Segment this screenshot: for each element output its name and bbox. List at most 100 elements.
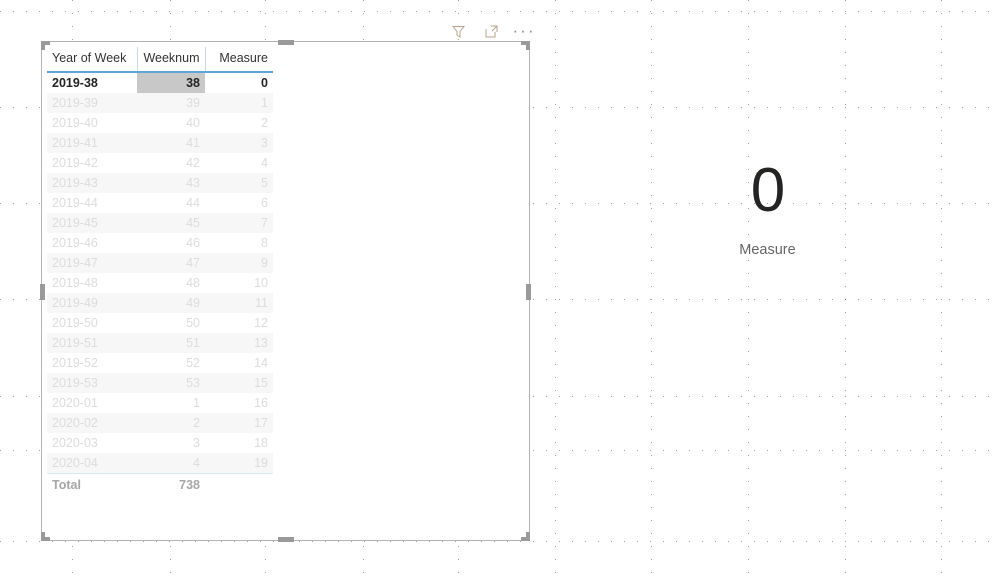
cell-measure[interactable]: 7 [205, 213, 273, 233]
cell-weeknum[interactable]: 39 [137, 93, 205, 113]
cell-year-of-week[interactable]: 2019-48 [47, 273, 137, 293]
resize-handle-top[interactable] [278, 40, 294, 45]
focus-mode-icon[interactable] [481, 21, 501, 41]
cell-weeknum[interactable]: 41 [137, 133, 205, 153]
cell-measure[interactable]: 17 [205, 413, 273, 433]
cell-measure[interactable]: 1 [205, 93, 273, 113]
cell-year-of-week[interactable]: 2020-04 [47, 453, 137, 474]
cell-weeknum[interactable]: 43 [137, 173, 205, 193]
resize-handle-bottom-left[interactable] [41, 532, 50, 541]
data-table[interactable]: Year of Week Weeknum Measure 2019-38 38 0 2… [47, 47, 273, 495]
table-row[interactable]: 2019-51 51 13 [47, 333, 273, 353]
cell-year-of-week[interactable]: 2019-50 [47, 313, 137, 333]
table-row[interactable]: 2019-42 42 4 [47, 153, 273, 173]
cell-weeknum[interactable]: 44 [137, 193, 205, 213]
cell-measure[interactable]: 11 [205, 293, 273, 313]
table-row[interactable]: 2020-01 1 16 [47, 393, 273, 413]
cell-year-of-week[interactable]: 2019-44 [47, 193, 137, 213]
cell-year-of-week[interactable]: 2019-38 [47, 72, 137, 93]
cell-measure[interactable]: 12 [205, 313, 273, 333]
cell-year-of-week[interactable]: 2019-41 [47, 133, 137, 153]
table-row[interactable]: 2020-02 2 17 [47, 413, 273, 433]
cell-weeknum[interactable]: 3 [137, 433, 205, 453]
cell-weeknum[interactable]: 1 [137, 393, 205, 413]
cell-year-of-week[interactable]: 2019-43 [47, 173, 137, 193]
column-header-year-of-week[interactable]: Year of Week [47, 47, 137, 73]
table-row[interactable]: 2019-45 45 7 [47, 213, 273, 233]
cell-measure[interactable]: 0 [205, 72, 273, 93]
cell-measure[interactable]: 13 [205, 333, 273, 353]
resize-handle-top-right[interactable] [521, 41, 530, 50]
cell-year-of-week[interactable]: 2019-39 [47, 93, 137, 113]
table-row[interactable]: 2019-50 50 12 [47, 313, 273, 333]
cell-weeknum[interactable]: 45 [137, 213, 205, 233]
cell-year-of-week[interactable]: 2019-46 [47, 233, 137, 253]
cell-year-of-week[interactable]: 2019-47 [47, 253, 137, 273]
table-row[interactable]: 2019-40 40 2 [47, 113, 273, 133]
cell-measure[interactable]: 15 [205, 373, 273, 393]
resize-handle-bottom[interactable] [278, 537, 294, 542]
table-row[interactable]: 2019-41 41 3 [47, 133, 273, 153]
table-row[interactable]: 2019-52 52 14 [47, 353, 273, 373]
cell-weeknum[interactable]: 40 [137, 113, 205, 133]
card-visual[interactable]: 0 Measure [663, 160, 872, 280]
table-row[interactable]: 2019-49 49 11 [47, 293, 273, 313]
cell-weeknum[interactable]: 4 [137, 453, 205, 474]
cell-measure[interactable]: 9 [205, 253, 273, 273]
cell-weeknum[interactable]: 52 [137, 353, 205, 373]
table-body[interactable]: 2019-38 38 0 2019-39 39 1 2019-40 40 2 2019-41 41 3… [47, 72, 273, 474]
cell-weeknum[interactable]: 42 [137, 153, 205, 173]
cell-measure[interactable]: 4 [205, 153, 273, 173]
table-row[interactable]: 2020-04 4 19 [47, 453, 273, 474]
cell-measure[interactable]: 19 [205, 453, 273, 474]
resize-handle-right[interactable] [526, 284, 531, 300]
column-header-weeknum[interactable]: Weeknum [136, 47, 205, 73]
table-row[interactable]: 2019-38 38 0 [47, 72, 273, 93]
cell-weeknum[interactable]: 51 [137, 333, 205, 353]
table-row[interactable]: 2019-39 39 1 [47, 93, 273, 113]
resize-handle-left[interactable] [40, 284, 45, 300]
cell-measure[interactable]: 2 [205, 113, 273, 133]
cell-measure[interactable]: 10 [205, 273, 273, 293]
cell-weeknum[interactable]: 46 [137, 233, 205, 253]
cell-year-of-week[interactable]: 2019-53 [47, 373, 137, 393]
cell-year-of-week[interactable]: 2019-40 [47, 113, 137, 133]
cell-year-of-week[interactable]: 2019-52 [47, 353, 137, 373]
filter-icon[interactable] [448, 21, 468, 41]
cell-weeknum[interactable]: 48 [137, 273, 205, 293]
table-row[interactable]: 2019-53 53 15 [47, 373, 273, 393]
cell-year-of-week[interactable]: 2020-01 [47, 393, 137, 413]
resize-handle-bottom-right[interactable] [521, 532, 530, 541]
visual-toolbar[interactable]: ··· [448, 21, 534, 41]
cell-year-of-week[interactable]: 2019-45 [47, 213, 137, 233]
table-row[interactable]: 2020-03 3 18 [47, 433, 273, 453]
cell-measure[interactable]: 14 [205, 353, 273, 373]
cell-weeknum[interactable]: 38 [137, 72, 205, 93]
table-visual[interactable]: Year of Week Weeknum Measure 2019-38 38 0 2… [40, 40, 531, 542]
cell-weeknum[interactable]: 2 [137, 413, 205, 433]
cell-weeknum[interactable]: 47 [137, 253, 205, 273]
table-row[interactable]: 2019-48 48 10 [47, 273, 273, 293]
cell-measure[interactable]: 18 [205, 433, 273, 453]
cell-year-of-week[interactable]: 2019-49 [47, 293, 137, 313]
cell-measure[interactable]: 6 [205, 193, 273, 213]
report-canvas[interactable]: ··· Year of Week Weeknum Measure 2019-38… [0, 0, 999, 582]
cell-weeknum[interactable]: 53 [137, 373, 205, 393]
cell-weeknum[interactable]: 50 [137, 313, 205, 333]
table-row[interactable]: 2019-43 43 5 [47, 173, 273, 193]
table-row[interactable]: 2019-47 47 9 [47, 253, 273, 273]
cell-measure[interactable]: 16 [205, 393, 273, 413]
cell-year-of-week[interactable]: 2020-03 [47, 433, 137, 453]
cell-year-of-week[interactable]: 2019-42 [47, 153, 137, 173]
cell-measure[interactable]: 8 [205, 233, 273, 253]
cell-measure[interactable]: 5 [205, 173, 273, 193]
more-options-icon[interactable]: ··· [513, 21, 534, 41]
cell-year-of-week[interactable]: 2019-51 [47, 333, 137, 353]
table-row[interactable]: 2019-46 46 8 [47, 233, 273, 253]
cell-year-of-week[interactable]: 2020-02 [47, 413, 137, 433]
resize-handle-top-left[interactable] [41, 41, 50, 50]
cell-measure[interactable]: 3 [205, 133, 273, 153]
column-header-measure[interactable]: Measure [204, 47, 273, 73]
table-row[interactable]: 2019-44 44 6 [47, 193, 273, 213]
cell-weeknum[interactable]: 49 [137, 293, 205, 313]
